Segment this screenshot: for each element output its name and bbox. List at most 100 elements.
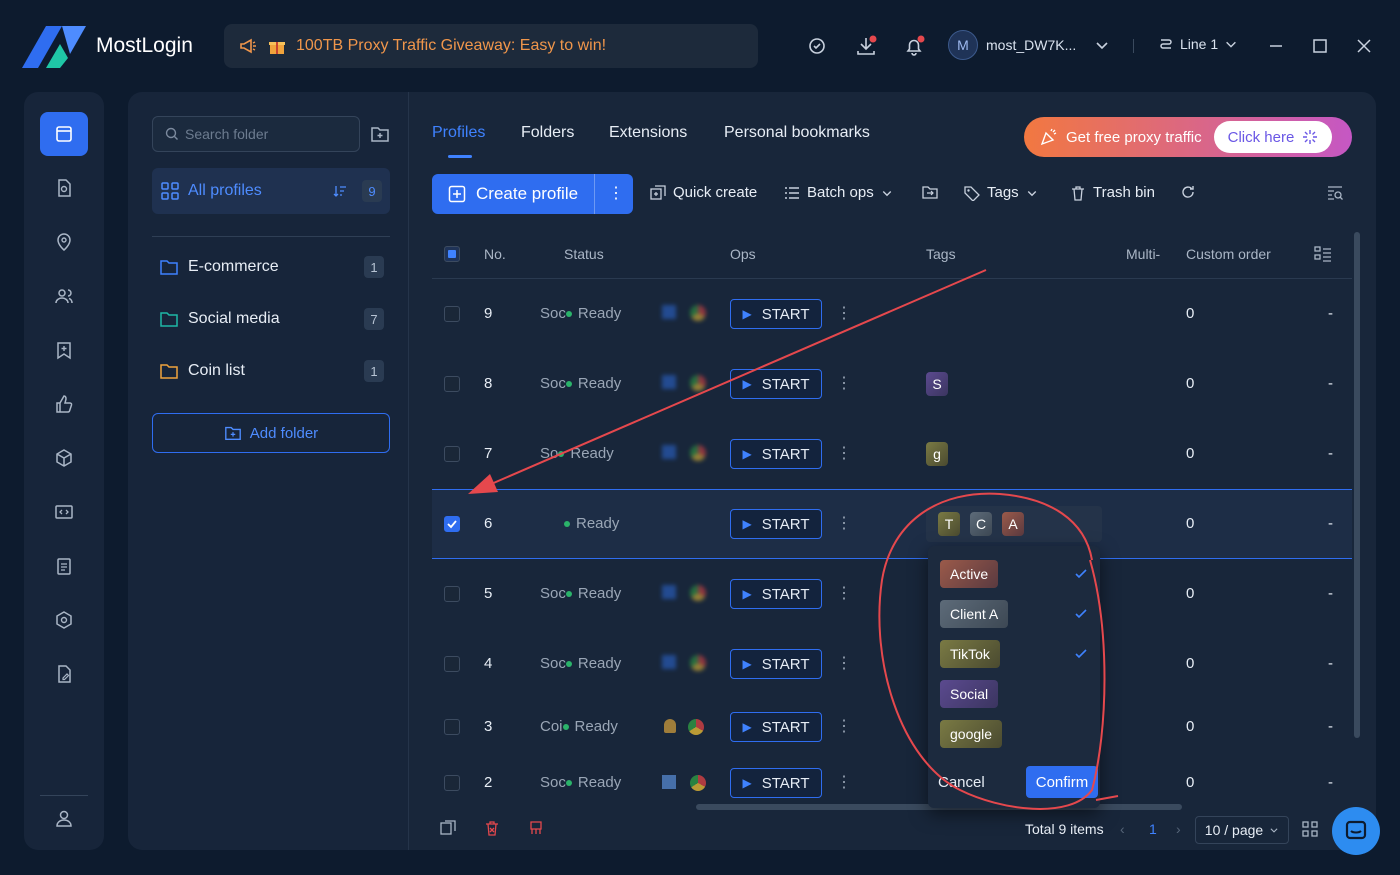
- line-selector[interactable]: Line 1: [1158, 36, 1238, 52]
- start-button[interactable]: ▶ START: [730, 649, 822, 679]
- tag-option-active[interactable]: Active: [940, 560, 999, 588]
- column-header-ops[interactable]: Ops: [730, 246, 756, 262]
- row-checkbox[interactable]: [444, 775, 460, 791]
- tab-folders[interactable]: Folders: [521, 124, 574, 142]
- cancel-button[interactable]: Cancel: [938, 774, 985, 791]
- quick-create-button[interactable]: Quick create: [650, 184, 757, 201]
- row-checkbox[interactable]: [444, 719, 460, 735]
- row-checkbox[interactable]: [444, 376, 460, 392]
- rail-api[interactable]: [40, 490, 88, 534]
- batch-ops-button[interactable]: Batch ops: [784, 184, 893, 201]
- table-row[interactable]: 9 Soc Ready ▶ START ⋮ 0 -: [432, 279, 1352, 349]
- tag-edit-field[interactable]: T C A: [926, 506, 1102, 542]
- tag-chip[interactable]: g: [926, 442, 948, 466]
- support-icon[interactable]: [803, 32, 831, 60]
- maximize-button[interactable]: [1312, 38, 1328, 54]
- download-icon[interactable]: [852, 32, 880, 60]
- trash-bin-button[interactable]: Trash bin: [1070, 184, 1155, 201]
- tab-personal-bookmarks[interactable]: Personal bookmarks: [724, 124, 870, 142]
- create-more-icon[interactable]: ⋮: [608, 183, 624, 203]
- vertical-scrollbar[interactable]: [1354, 232, 1360, 738]
- create-profile-button[interactable]: Create profile ⋮: [432, 174, 633, 214]
- search-folder-input[interactable]: Search folder: [152, 116, 360, 152]
- footer-copy-icon[interactable]: [440, 820, 456, 836]
- current-page[interactable]: 1: [1149, 821, 1157, 837]
- row-more-icon[interactable]: ⋮: [836, 513, 852, 533]
- table-row[interactable]: 4 Soc Ready ▶ START ⋮ 0 -: [432, 629, 1352, 699]
- start-button[interactable]: ▶ START: [730, 299, 822, 329]
- user-menu[interactable]: M most_DW7K...: [948, 30, 1110, 60]
- prev-page-icon[interactable]: ‹: [1120, 821, 1125, 837]
- row-more-icon[interactable]: ⋮: [836, 443, 852, 463]
- minimize-button[interactable]: [1268, 38, 1284, 54]
- rail-document[interactable]: [40, 652, 88, 696]
- tag-chip[interactable]: C: [970, 512, 993, 536]
- row-more-icon[interactable]: ⋮: [836, 373, 852, 393]
- rail-profile-audit[interactable]: [40, 166, 88, 210]
- start-button[interactable]: ▶ START: [730, 509, 822, 539]
- column-settings-icon[interactable]: [1314, 246, 1332, 262]
- rail-proxy[interactable]: [40, 220, 88, 264]
- new-folder-icon[interactable]: [370, 124, 390, 144]
- row-more-icon[interactable]: ⋮: [836, 303, 852, 323]
- start-button[interactable]: ▶ START: [730, 712, 822, 742]
- folder-item-ecommerce[interactable]: E-commerce 1: [160, 252, 384, 282]
- footer-delete-icon[interactable]: [484, 820, 500, 836]
- row-more-icon[interactable]: ⋮: [836, 772, 852, 792]
- rail-like[interactable]: [40, 382, 88, 426]
- tag-chip[interactable]: S: [926, 372, 948, 396]
- row-checkbox[interactable]: [444, 306, 460, 322]
- move-to-folder-button[interactable]: [922, 184, 938, 200]
- promo-banner[interactable]: 100TB Proxy Traffic Giveaway: Easy to wi…: [224, 24, 758, 68]
- row-checkbox[interactable]: [444, 446, 460, 462]
- free-proxy-banner[interactable]: Get free proxy traffic Click here: [1024, 117, 1352, 157]
- column-header-status[interactable]: Status: [564, 246, 604, 262]
- next-page-icon[interactable]: ›: [1176, 821, 1181, 837]
- start-button[interactable]: ▶ START: [730, 579, 822, 609]
- folder-item-social-media[interactable]: Social media 7: [160, 304, 384, 334]
- column-header-no[interactable]: No.: [484, 246, 506, 262]
- confirm-button[interactable]: Confirm: [1026, 766, 1098, 798]
- start-button[interactable]: ▶ START: [730, 439, 822, 469]
- column-header-tags[interactable]: Tags: [926, 246, 956, 262]
- rail-bookmark[interactable]: [40, 328, 88, 372]
- row-more-icon[interactable]: ⋮: [836, 583, 852, 603]
- table-row[interactable]: 6 Ready ▶ START ⋮ 0 -: [432, 489, 1352, 559]
- row-more-icon[interactable]: ⋮: [836, 716, 852, 736]
- refresh-button[interactable]: [1180, 184, 1196, 200]
- click-here-button[interactable]: Click here: [1213, 121, 1333, 153]
- footer-clear-icon[interactable]: [528, 820, 544, 836]
- sort-icon[interactable]: [332, 183, 348, 199]
- tag-chip[interactable]: A: [1002, 512, 1024, 536]
- filter-search-button[interactable]: [1326, 184, 1344, 202]
- rail-browser-profiles[interactable]: [40, 112, 88, 156]
- row-checkbox[interactable]: [444, 656, 460, 672]
- rail-account[interactable]: [40, 796, 88, 840]
- add-folder-button[interactable]: Add folder: [152, 413, 390, 453]
- rail-team[interactable]: [40, 274, 88, 318]
- tab-profiles[interactable]: Profiles: [432, 124, 485, 142]
- column-header-multi[interactable]: Multi-: [1126, 246, 1160, 262]
- tags-button[interactable]: Tags: [964, 184, 1038, 201]
- folder-item-coin-list[interactable]: Coin list 1: [160, 356, 384, 386]
- start-button[interactable]: ▶ START: [730, 768, 822, 798]
- all-profiles-item[interactable]: All profiles 9: [152, 168, 390, 214]
- close-button[interactable]: [1356, 38, 1372, 54]
- table-row[interactable]: 7 So Ready ▶ START ⋮ g 0 -: [432, 419, 1352, 489]
- table-row[interactable]: 2 Soc Ready ▶ START ⋮ 0 -: [432, 755, 1352, 803]
- rail-settings[interactable]: [40, 598, 88, 642]
- table-row[interactable]: 8 Soc Ready ▶ START ⋮ S 0 -: [432, 349, 1352, 419]
- start-button[interactable]: ▶ START: [730, 369, 822, 399]
- rail-clipboard[interactable]: [40, 544, 88, 588]
- grid-view-icon[interactable]: [1302, 821, 1318, 837]
- tag-option-google[interactable]: google: [940, 720, 1003, 748]
- tab-extensions[interactable]: Extensions: [609, 124, 687, 142]
- rail-package[interactable]: [40, 436, 88, 480]
- table-row[interactable]: 5 Soc Ready ▶ START ⋮ 0 -: [432, 559, 1352, 629]
- column-header-custom-order[interactable]: Custom order: [1186, 246, 1271, 262]
- tag-option-tiktok[interactable]: TikTok: [940, 640, 1000, 668]
- row-more-icon[interactable]: ⋮: [836, 653, 852, 673]
- tag-chip[interactable]: T: [938, 512, 960, 536]
- row-checkbox[interactable]: [444, 586, 460, 602]
- chat-support-button[interactable]: [1332, 807, 1380, 855]
